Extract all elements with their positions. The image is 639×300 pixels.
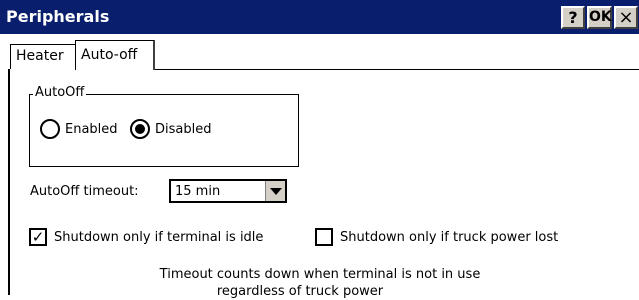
tab-panel-border-left <box>8 69 10 295</box>
radio-disabled-label[interactable]: Disabled <box>155 122 211 137</box>
checkbox-truck-power-lost-box[interactable] <box>315 228 333 246</box>
timeout-note-line-1: Timeout counts down when terminal is not… <box>159 267 481 282</box>
checkbox-truck-power-lost[interactable]: Shutdown only if truck power lost <box>315 227 558 247</box>
close-button[interactable]: × <box>614 6 638 29</box>
checkbox-truck-power-lost-label[interactable]: Shutdown only if truck power lost <box>340 230 558 245</box>
tab-heater[interactable]: Heater <box>10 44 75 69</box>
radio-disabled-circle[interactable] <box>130 119 150 139</box>
autooff-timeout-select[interactable]: 15 min <box>169 179 287 203</box>
checkbox-terminal-idle[interactable]: ✓ Shutdown only if terminal is idle <box>29 227 263 247</box>
tab-panel-border-top <box>155 69 639 70</box>
radio-enabled[interactable]: Enabled <box>40 118 118 140</box>
autooff-timeout-label: AutoOff timeout: <box>30 184 139 199</box>
radio-enabled-circle[interactable] <box>40 119 60 139</box>
window-title: Peripherals <box>6 7 110 26</box>
autooff-timeout-value[interactable]: 15 min <box>175 184 220 199</box>
timeout-note-line-2: regardless of truck power <box>216 284 384 299</box>
radio-disabled[interactable]: Disabled <box>130 118 211 140</box>
dropdown-arrow-icon[interactable] <box>265 181 285 201</box>
checkbox-terminal-idle-box[interactable]: ✓ <box>29 228 47 246</box>
autooff-group-title: AutoOff <box>33 85 87 100</box>
dialog-client: Heater Auto-off AutoOff Enabled Disabled… <box>0 34 639 299</box>
ok-button[interactable]: OK <box>587 6 612 29</box>
checkbox-terminal-idle-label[interactable]: Shutdown only if terminal is idle <box>54 230 263 245</box>
help-button[interactable]: ? <box>561 6 585 29</box>
tab-auto-off[interactable]: Auto-off <box>75 40 155 70</box>
radio-enabled-label[interactable]: Enabled <box>65 122 118 137</box>
title-bar: Peripherals ? OK × <box>0 0 639 34</box>
